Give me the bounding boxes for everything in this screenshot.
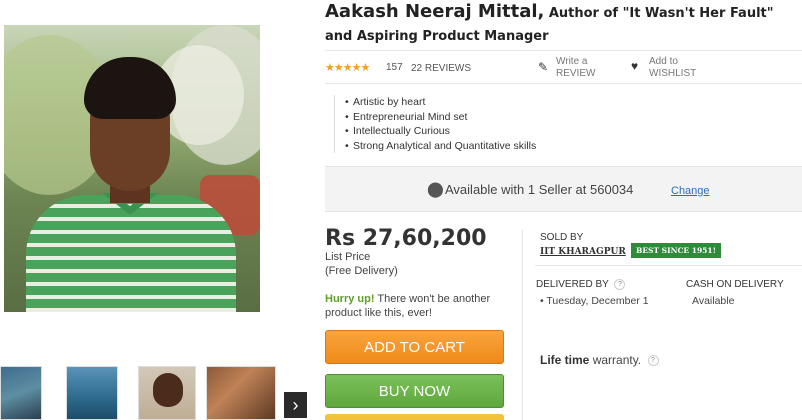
warranty-help-icon[interactable]: ? — [647, 355, 659, 367]
availability-bar: ⬤ Available with 1 Seller at 560034 Chan… — [325, 166, 802, 212]
seller-name-link[interactable]: IIT KHARAGPUR — [540, 247, 626, 257]
write-review-label-1: Write a — [556, 56, 588, 67]
seller-divider — [535, 265, 802, 266]
thumbnail-strip: › — [0, 366, 310, 420]
product-role-line2: and Aspiring Product Manager — [325, 29, 549, 44]
column-divider — [522, 230, 523, 420]
thumbnail-3[interactable] — [138, 366, 196, 420]
sold-by-label: SOLD BY — [540, 232, 584, 243]
cash-on-delivery-value: Available — [692, 295, 735, 307]
feature-item: Artistic by heart — [345, 95, 802, 110]
delivered-by-text: DELIVERED BY — [536, 279, 609, 291]
product-title: Aakash Neeraj Mittal, Author of "It Wasn… — [325, 2, 802, 47]
change-pincode-link[interactable]: Change — [671, 185, 710, 197]
availability-text: Available with 1 Seller at 560034 — [445, 182, 634, 197]
add-to-wishlist-button[interactable]: ♥ Add to WISHLIST — [631, 56, 696, 80]
feature-item: Strong Analytical and Quantitative skill… — [345, 139, 802, 154]
warranty-info: Life time warranty. ? — [540, 353, 659, 367]
additional-action-button[interactable] — [325, 414, 504, 420]
wishlist-label-1: Add to — [649, 56, 678, 67]
warranty-bold: Life time — [540, 353, 590, 367]
feature-item: Entrepreneurial Mind set — [345, 110, 802, 125]
warranty-text: warranty. — [592, 353, 642, 367]
reviews-link[interactable]: 22 REVIEWS — [411, 63, 471, 74]
list-price-label: List Price — [325, 251, 371, 263]
wishlist-label-2: WISHLIST — [649, 68, 697, 79]
pencil-icon: ✎ — [538, 60, 549, 74]
help-icon[interactable]: ? — [614, 279, 626, 290]
free-delivery-label: (Free Delivery) — [325, 265, 398, 277]
delivered-by-label: DELIVERED BY ? — [536, 279, 626, 291]
thumbnail-4[interactable] — [206, 366, 276, 420]
urgency-message: Hurry up! There won't be another product… — [325, 292, 515, 320]
rating-count: 157 — [386, 62, 403, 73]
product-name: Aakash Neeraj Mittal, — [325, 1, 545, 22]
rating-row: ★★★★★ 157 22 REVIEWS ✎ Write a REVIEW ♥ … — [325, 50, 802, 84]
location-pin-icon: ⬤ — [427, 181, 444, 198]
urgency-emphasis: Hurry up! — [325, 293, 375, 305]
thumbnail-next-arrow-icon[interactable]: › — [284, 392, 307, 418]
heart-icon: ♥ — [631, 59, 639, 73]
add-to-cart-button[interactable]: ADD TO CART — [325, 330, 504, 364]
write-review-label-2: REVIEW — [556, 68, 596, 79]
delivery-date: • Tuesday, December 1 — [540, 295, 649, 307]
product-price: Rs 27,60,200 — [325, 226, 487, 251]
delivery-date-text: Tuesday, December 1 — [546, 295, 649, 307]
feature-item: Intellectually Curious — [345, 124, 802, 139]
write-review-button[interactable]: ✎ Write a REVIEW — [538, 56, 595, 80]
buy-now-button[interactable]: BUY NOW — [325, 374, 504, 408]
key-features-list: Artistic by heart Entrepreneurial Mind s… — [334, 95, 802, 153]
rating-stars-icon: ★★★★★ — [325, 62, 370, 74]
cash-on-delivery-label: CASH ON DELIVERY — [686, 279, 784, 290]
thumbnail-1[interactable] — [0, 366, 42, 420]
thumbnail-2[interactable] — [66, 366, 118, 420]
main-product-photo[interactable] — [4, 25, 260, 312]
seller-badge: BEST SINCE 1951! — [631, 243, 721, 258]
product-role: Author of "It Wasn't Her Fault" — [548, 6, 774, 21]
